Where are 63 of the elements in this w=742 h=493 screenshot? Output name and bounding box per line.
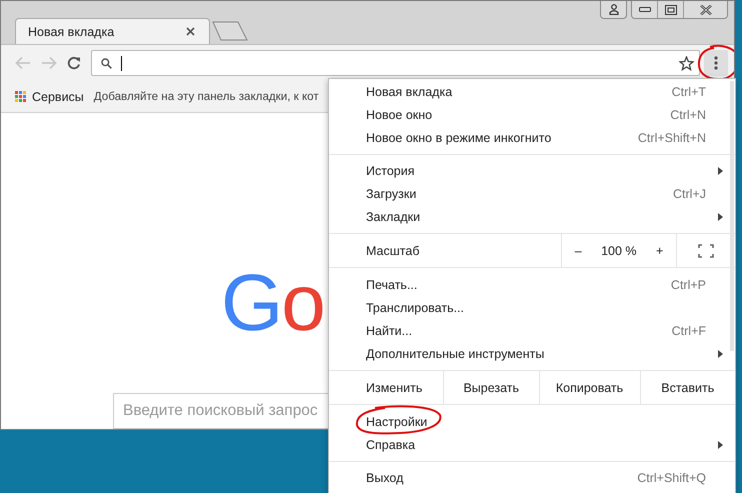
menu-item[interactable]: Новая вкладка Ctrl+T xyxy=(329,80,735,103)
shortcut-text: Ctrl+T xyxy=(672,84,706,98)
maximize-icon xyxy=(664,4,676,14)
shortcut-text: Ctrl+Shift+Q xyxy=(637,470,706,484)
menu-item-label: Новая вкладка xyxy=(366,84,452,98)
menu-item[interactable]: Выход Ctrl+Shift+Q xyxy=(329,466,735,489)
zoom-in-button[interactable]: + xyxy=(650,244,670,258)
edit-button[interactable]: Вставить xyxy=(640,371,735,404)
edit-button[interactable]: Вырезать xyxy=(443,371,538,404)
menu-item[interactable]: Загрузки Ctrl+J xyxy=(329,182,735,205)
menu-item[interactable]: Новое окно в режиме инкогнито Ctrl+Shift+N xyxy=(329,126,735,149)
star-icon[interactable] xyxy=(679,56,694,70)
bookmarks-hint: Добавляйте на эту панель закладки, к кот xyxy=(94,90,319,103)
menu-item-label: Печать... xyxy=(366,278,418,292)
profile-button[interactable] xyxy=(600,1,627,19)
shortcut-text: Ctrl+P xyxy=(670,278,706,292)
menu-item-label: Выход xyxy=(366,470,404,484)
close-icon xyxy=(700,4,712,14)
menu-item[interactable]: Закладки xyxy=(329,205,735,228)
menu-item[interactable]: Транслировать... xyxy=(329,296,735,319)
shortcut-text: Ctrl+J xyxy=(673,186,706,200)
close-button[interactable] xyxy=(684,1,727,18)
fullscreen-icon xyxy=(698,244,714,258)
menu-item[interactable]: Найти... Ctrl+F xyxy=(329,319,735,342)
minimize-icon xyxy=(638,7,650,12)
minimize-button[interactable] xyxy=(632,1,658,18)
shortcut-text: Ctrl+Shift+N xyxy=(638,130,706,144)
tab-title: Новая вкладка xyxy=(28,24,114,38)
maximize-button[interactable] xyxy=(658,1,684,18)
logo-text: Go xyxy=(221,263,324,343)
person-icon xyxy=(608,4,618,15)
new-tab-button[interactable] xyxy=(212,21,248,41)
close-icon[interactable] xyxy=(186,27,195,36)
zoom-out-button[interactable]: – xyxy=(568,244,588,258)
search-icon xyxy=(101,58,112,68)
apps-link[interactable]: Сервисы xyxy=(32,90,84,104)
menu-button[interactable] xyxy=(704,50,728,76)
menu-item-label: История xyxy=(366,164,414,178)
zoom-value: 100 % xyxy=(601,244,637,258)
menu-item[interactable]: Печать... Ctrl+P xyxy=(329,273,735,296)
reload-icon[interactable] xyxy=(67,56,81,70)
menu-item[interactable]: Дополнительные инструменты xyxy=(329,342,735,365)
menu-item-label: Загрузки xyxy=(366,186,416,200)
menu-item-label: Закладки xyxy=(366,210,420,224)
shortcut-text: Ctrl+F xyxy=(672,324,706,338)
edit-button[interactable]: Копировать xyxy=(538,371,640,404)
scrollbar[interactable] xyxy=(730,81,734,351)
menu-item-label: Справка xyxy=(366,438,416,452)
menu-item-label: Дополнительные инструменты xyxy=(366,346,544,360)
shortcut-text: Ctrl+N xyxy=(670,108,706,122)
menu-item-label: Транслировать... xyxy=(366,300,464,314)
address-field[interactable] xyxy=(91,50,700,76)
menu-item-label: Найти... xyxy=(366,324,412,338)
zoom-label: Масштаб xyxy=(365,242,420,260)
browser-tab[interactable]: Новая вкладка xyxy=(15,18,210,44)
menu-item[interactable]: История xyxy=(329,159,735,182)
more-icon xyxy=(714,56,718,70)
menu-item[interactable]: Новое окно Ctrl+N xyxy=(329,103,735,126)
apps-icon xyxy=(15,91,26,102)
menu-item-label: Новое окно в режиме инкогнито xyxy=(366,130,552,144)
menu-item[interactable]: Справка xyxy=(329,433,735,456)
menu-item-label: Новое окно xyxy=(366,108,432,122)
text-cursor xyxy=(121,56,122,70)
